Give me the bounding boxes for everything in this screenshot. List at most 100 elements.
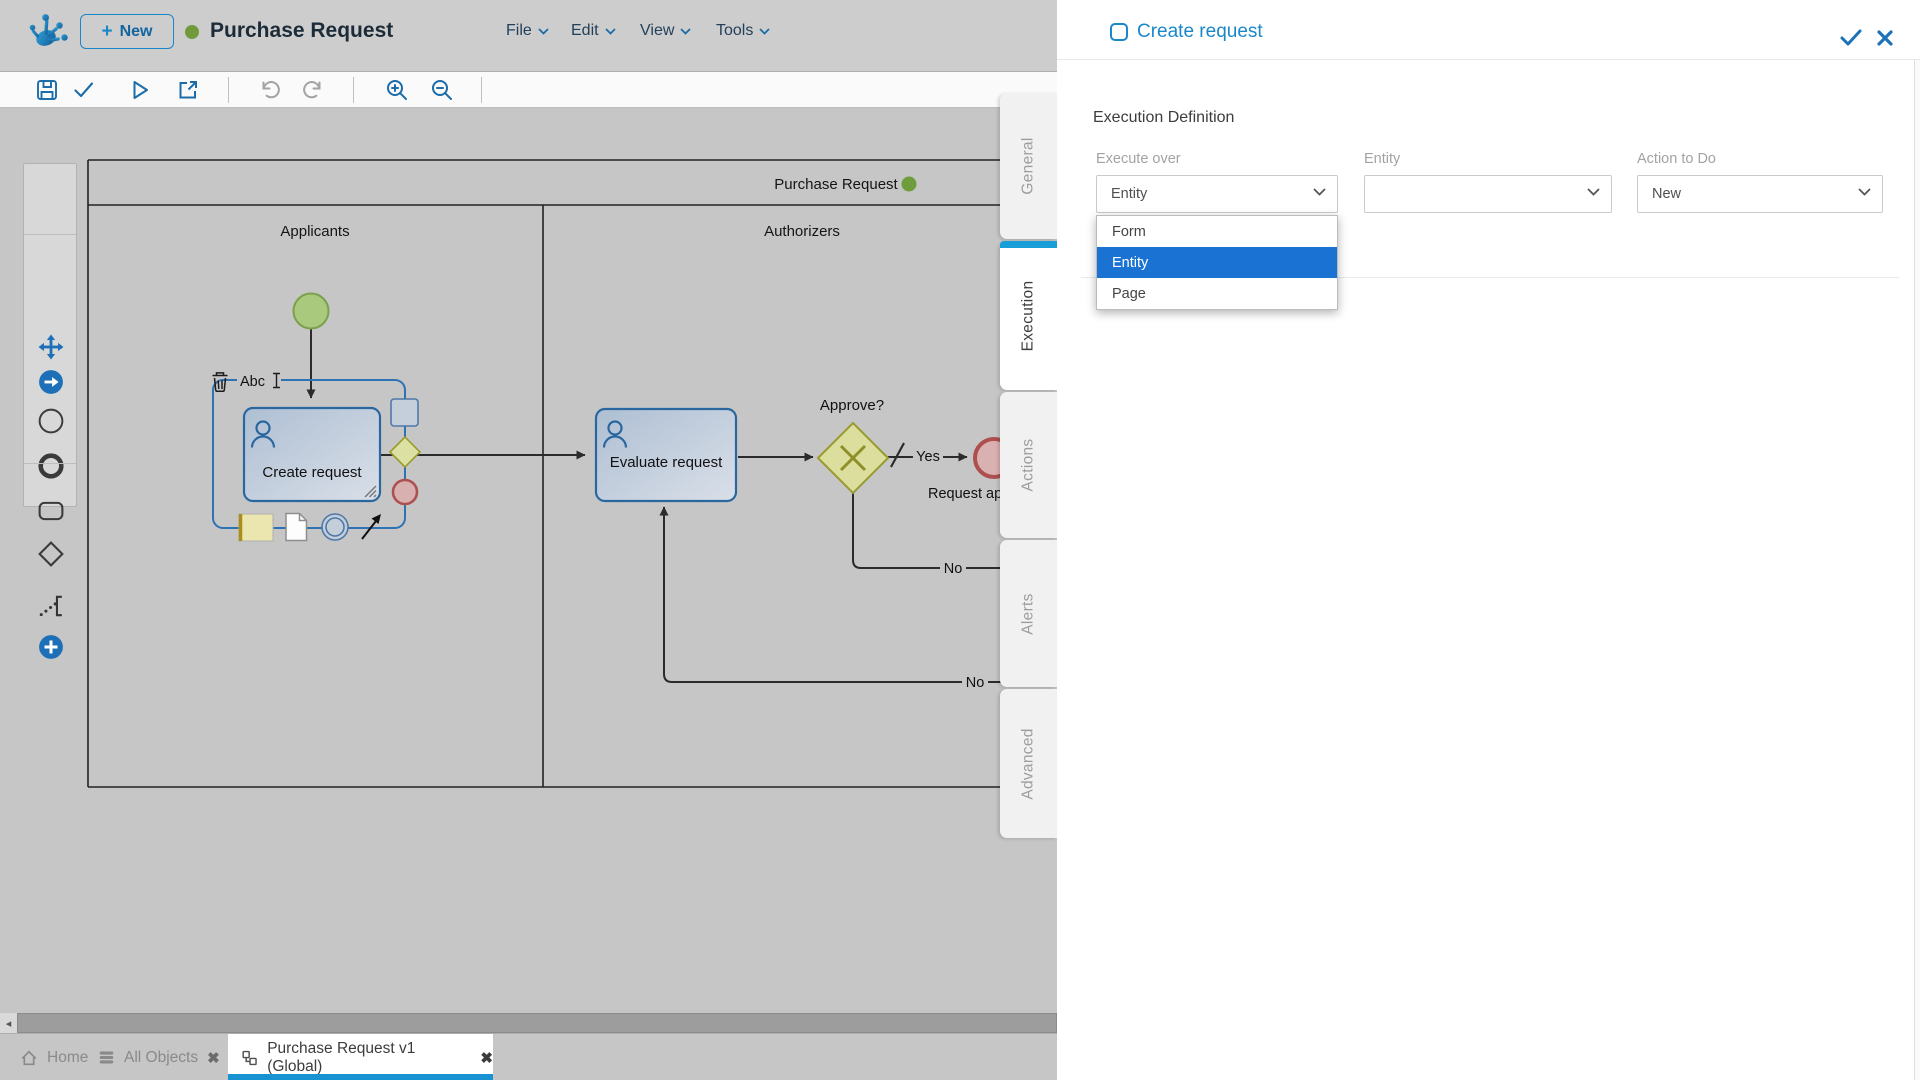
task-tool-icon[interactable] <box>38 498 64 524</box>
pool[interactable] <box>88 160 1057 787</box>
chevron-down-icon <box>1587 188 1600 196</box>
active-bottom-tab-indicator <box>228 1074 493 1080</box>
close-icon[interactable]: ✖ <box>207 1049 220 1067</box>
tab-execution[interactable]: Execution <box>1000 241 1057 390</box>
rename-hint-label[interactable]: Abc <box>240 374 265 390</box>
panel-title-row: Create request <box>1110 21 1263 43</box>
entity-label: Entity <box>1364 151 1400 167</box>
save-icon[interactable] <box>35 78 59 102</box>
bottom-tab-purchase-request[interactable]: Purchase Request v1 (Global) ✖ <box>228 1034 493 1080</box>
redo-icon[interactable] <box>301 78 325 102</box>
append-end-event-icon[interactable] <box>393 480 417 504</box>
execute-over-dropdown: Form Entity Page <box>1096 215 1338 310</box>
menu-edit[interactable]: Edit <box>571 22 616 40</box>
panel-header-divider <box>1057 59 1920 60</box>
pool-title[interactable]: Purchase Request <box>774 176 898 193</box>
toolbar-divider <box>353 77 354 103</box>
intermediate-event-pad-icon[interactable] <box>322 514 348 540</box>
start-event[interactable] <box>294 294 329 329</box>
end-event-tool-icon[interactable] <box>38 453 64 479</box>
tab-actions-label: Actions <box>1020 439 1038 492</box>
dropdown-option-entity[interactable]: Entity <box>1097 247 1337 278</box>
app-window: + New Purchase Request File Edit View To… <box>0 0 1920 1080</box>
document-pad-icon[interactable] <box>286 514 307 541</box>
start-event-tool-icon[interactable] <box>38 408 64 434</box>
scrollbar-thumb[interactable] <box>17 1013 1057 1033</box>
chevron-down-icon <box>680 28 691 35</box>
flow-label-no-1[interactable]: No <box>944 561 963 577</box>
lane-label-applicants[interactable]: Applicants <box>280 223 349 240</box>
home-icon <box>20 1049 38 1067</box>
xor-gateway[interactable] <box>818 423 888 493</box>
delete-trash-icon[interactable] <box>213 373 228 391</box>
task-create-request[interactable]: Create request <box>244 408 380 501</box>
bottom-tab-purchase-request-label: Purchase Request v1 (Global) <box>267 1040 465 1076</box>
palette-divider <box>24 463 76 464</box>
bottom-tab-all-objects[interactable]: All Objects ✖ <box>98 1034 220 1080</box>
close-icon <box>1876 28 1894 48</box>
task-shape-icon <box>1110 23 1128 41</box>
new-button[interactable]: + New <box>80 14 174 49</box>
menu-file[interactable]: File <box>506 22 549 40</box>
annotation-pad-icon[interactable] <box>239 514 273 541</box>
dropdown-option-form[interactable]: Form <box>1097 216 1337 247</box>
tab-alerts[interactable]: Alerts <box>1000 540 1057 687</box>
section-title: Execution Definition <box>1093 109 1234 127</box>
lane-label-authorizers[interactable]: Authorizers <box>764 223 840 240</box>
connect-tool-icon[interactable] <box>38 369 64 395</box>
flow-label-yes[interactable]: Yes <box>916 449 940 465</box>
close-panel-button[interactable] <box>1876 28 1894 53</box>
gateway-tool-icon[interactable] <box>38 541 64 567</box>
tab-general[interactable]: General <box>1000 93 1057 239</box>
app-logo-icon <box>26 5 72 57</box>
bpmn-canvas[interactable]: Purchase Request Applicants Authorizers … <box>0 108 1057 1013</box>
action-to-do-select[interactable]: New <box>1637 175 1883 213</box>
tab-actions[interactable]: Actions <box>1000 392 1057 538</box>
connect-arrow-icon[interactable] <box>362 514 381 539</box>
status-dot <box>185 25 199 39</box>
chevron-down-icon <box>1313 188 1326 196</box>
validate-icon[interactable] <box>72 78 96 102</box>
add-more-tool-icon[interactable] <box>38 634 64 660</box>
menu-tools[interactable]: Tools <box>716 22 770 40</box>
menu-file-label: File <box>506 22 532 40</box>
page-title: Purchase Request <box>210 19 393 43</box>
execute-over-select[interactable]: Entity <box>1096 175 1338 213</box>
chevron-down-icon <box>1858 188 1871 196</box>
tab-general-label: General <box>1020 137 1038 194</box>
zoom-in-icon[interactable] <box>385 78 409 102</box>
chevron-down-icon <box>605 28 616 35</box>
undo-icon[interactable] <box>258 78 282 102</box>
append-task-icon[interactable] <box>391 399 418 426</box>
flow-label-no-2[interactable]: No <box>966 675 985 691</box>
association-tool-icon[interactable] <box>38 593 64 619</box>
scroll-left-button[interactable]: ◂ <box>0 1013 17 1033</box>
menu-view[interactable]: View <box>640 22 691 40</box>
append-gateway-icon[interactable] <box>390 437 420 467</box>
menu-edit-label: Edit <box>571 22 599 40</box>
properties-panel: Create request Execution Definition Exec… <box>1057 0 1920 1080</box>
panel-title: Create request <box>1137 21 1263 43</box>
bottom-tab-home[interactable]: Home <box>20 1034 88 1080</box>
entity-select[interactable] <box>1364 175 1612 213</box>
confirm-button[interactable] <box>1840 28 1862 53</box>
close-icon[interactable]: ✖ <box>480 1049 493 1067</box>
process-icon <box>241 1049 258 1067</box>
scroll-left-arrow-icon: ◂ <box>6 1017 12 1030</box>
zoom-out-icon[interactable] <box>430 78 454 102</box>
task-label: Evaluate request <box>610 454 723 471</box>
gateway-question-label[interactable]: Approve? <box>820 397 884 414</box>
dropdown-option-page[interactable]: Page <box>1097 278 1337 309</box>
end-event-label[interactable]: Request ap <box>928 486 1002 502</box>
tab-advanced[interactable]: Advanced <box>1000 689 1057 838</box>
panel-scrollbar-gutter[interactable] <box>1914 60 1920 1080</box>
flow-return-no[interactable] <box>664 507 1057 682</box>
chevron-down-icon <box>538 28 549 35</box>
export-icon[interactable] <box>176 78 200 102</box>
execute-over-label: Execute over <box>1096 151 1181 167</box>
workspace-tab-bar: Home All Objects ✖ Purchase Request v1 (… <box>0 1033 1057 1080</box>
move-tool-icon[interactable] <box>38 334 64 360</box>
task-evaluate-request[interactable]: Evaluate request <box>596 409 736 501</box>
run-icon[interactable] <box>128 78 152 102</box>
menu-view-label: View <box>640 22 674 40</box>
